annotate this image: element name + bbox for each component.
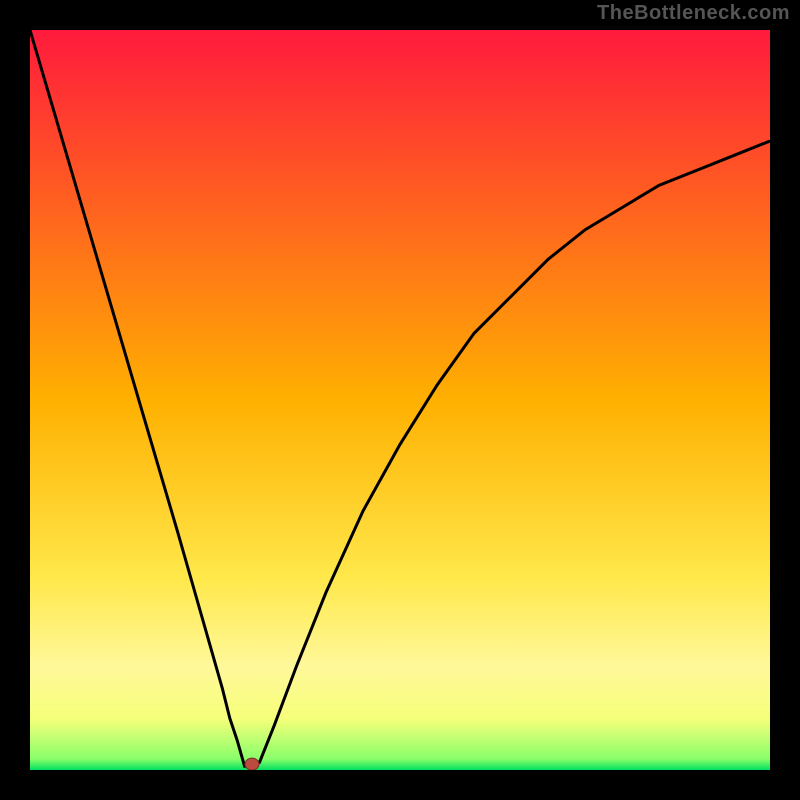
optimum-marker xyxy=(245,758,259,770)
gradient-background xyxy=(30,30,770,770)
watermark-text: TheBottleneck.com xyxy=(597,2,790,25)
plot-area xyxy=(30,30,770,770)
chart-frame: TheBottleneck.com xyxy=(0,0,800,800)
bottleneck-chart-svg xyxy=(30,30,770,770)
